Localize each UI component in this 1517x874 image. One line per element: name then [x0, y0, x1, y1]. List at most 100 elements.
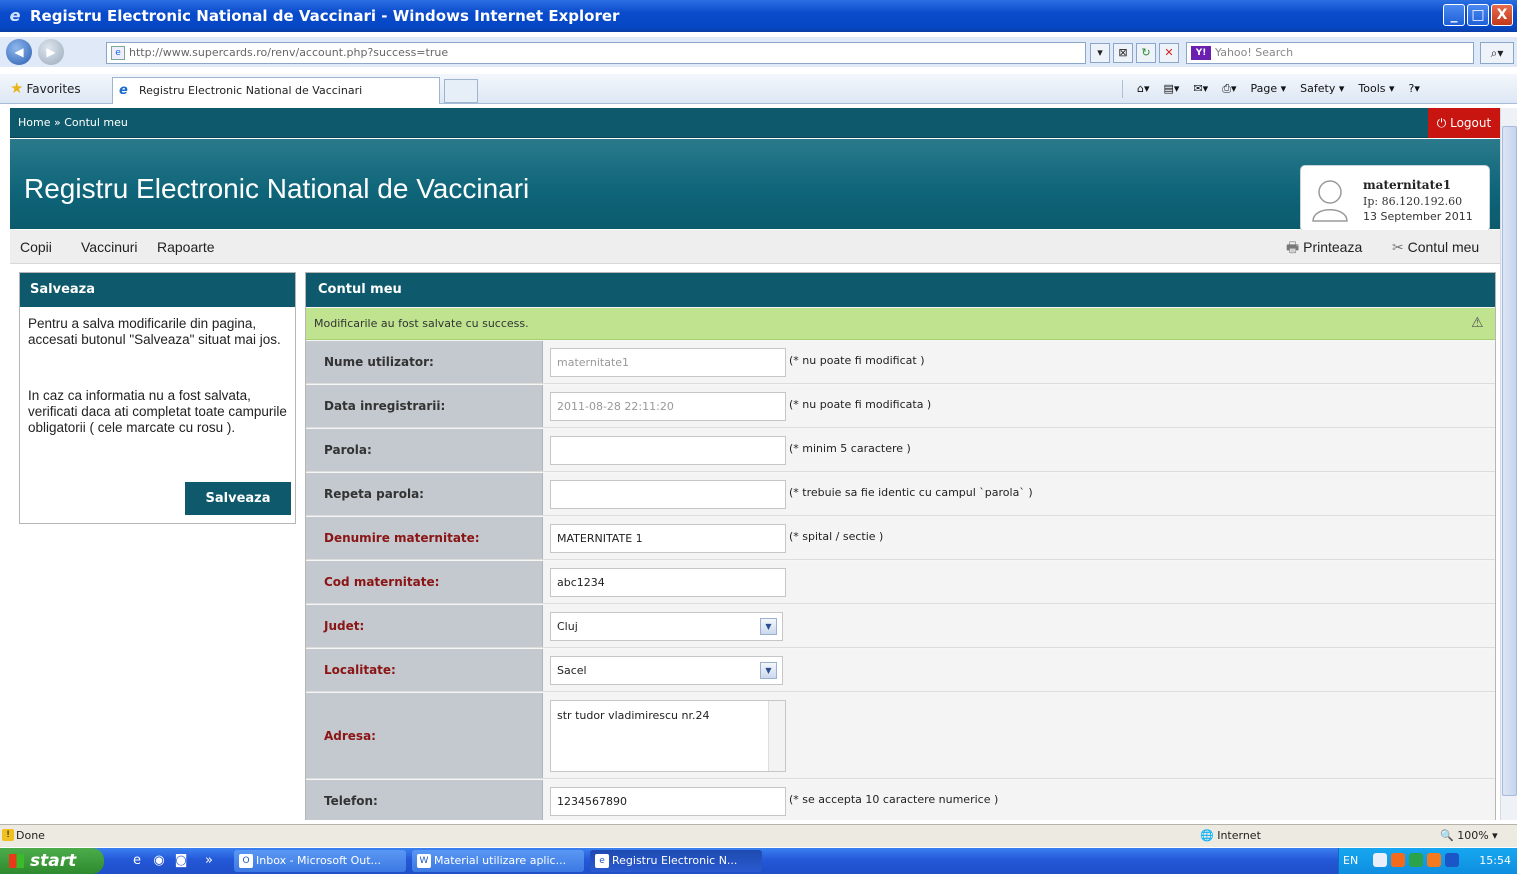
search-icon[interactable]: ⌕▾ [1480, 42, 1514, 64]
account-link[interactable]: ✂ Contul meu [1392, 230, 1479, 264]
chevron-down-icon[interactable]: ▼ [760, 618, 777, 635]
search-input[interactable]: Y! Yahoo! Search [1186, 42, 1474, 64]
favorites-bar: ★ Favorites e Registru Electronic Nationa… [0, 74, 1517, 104]
breadcrumb[interactable]: Home » Contul meu [18, 116, 128, 129]
app-tray-icon[interactable] [1391, 853, 1405, 867]
browser-tab[interactable]: e Registru Electronic National de Vaccin… [112, 77, 440, 104]
save-button[interactable]: Salveaza [185, 482, 291, 515]
window-controls: _ □ X [1443, 4, 1513, 26]
code-field[interactable]: abc1234 [550, 568, 786, 597]
print-label: Printeaza [1303, 239, 1363, 255]
username-hint: (* nu poate fi modificat ) [789, 354, 925, 367]
save-panel: Salveaza Pentru a salva modificarile din… [19, 272, 296, 524]
close-button[interactable]: X [1491, 4, 1513, 26]
page-scrollbar[interactable] [1500, 108, 1517, 820]
power-icon: ⏻ [1436, 116, 1447, 130]
logout-label: Logout [1450, 116, 1492, 130]
success-text: Modificarile au fost salvate cu success. [314, 317, 529, 330]
row-code: Cod maternitate: abc1234 [306, 561, 1495, 604]
password-label: Parola: [306, 429, 543, 471]
password-field[interactable] [550, 436, 786, 465]
scrollbar-thumb[interactable] [1502, 126, 1517, 796]
warning-icon[interactable]: ⚠ [1471, 315, 1487, 331]
row-username: Nume utilizator: maternitate1 (* nu poat… [306, 341, 1495, 384]
new-tab-button[interactable] [444, 79, 478, 103]
favorites-label: Favorites [26, 82, 81, 96]
password-repeat-field[interactable] [550, 480, 786, 509]
home-icon[interactable]: ⌂▾ [1137, 81, 1150, 97]
back-button[interactable]: ◀ [6, 39, 32, 65]
save-panel-title: Salveaza [20, 273, 295, 307]
top-strip: Home » Contul meu ⏻ Logout [10, 108, 1500, 138]
warning-icon: ! [2, 829, 14, 841]
row-address: Adresa: str tudor vladimirescu nr.24 [306, 693, 1495, 779]
start-button[interactable]: start [0, 848, 104, 874]
compatibility-icon[interactable]: ⊠ [1113, 43, 1133, 63]
taskbar-item-label: Material utilizare aplic... [434, 854, 567, 867]
chevron-down-icon[interactable]: ▼ [760, 662, 777, 679]
separator [1122, 80, 1123, 98]
update-tray-icon[interactable] [1427, 853, 1441, 867]
stop-icon[interactable]: ✕ [1159, 43, 1179, 63]
status-bar: ! Done 🌐 Internet 🔍 100% ▾ [0, 824, 1517, 847]
favorites-button[interactable]: ★ Favorites [10, 80, 81, 97]
regdate-hint: (* nu poate fi modificata ) [789, 398, 932, 411]
outlook-icon: O [239, 854, 253, 868]
zoom-control[interactable]: 🔍 100% ▾ [1440, 825, 1498, 847]
phone-field[interactable]: 1234567890 [550, 787, 786, 816]
county-label: Judet: [306, 605, 543, 647]
safety-menu[interactable]: Safety ▾ [1300, 81, 1344, 97]
tools-icon: ✂ [1392, 239, 1404, 255]
county-select[interactable]: Cluj ▼ [550, 612, 783, 641]
ie-quicklaunch-icon[interactable]: e [128, 852, 146, 870]
browser-quicklaunch-icon[interactable]: ◉ [150, 852, 168, 870]
more-icon[interactable]: » [200, 852, 218, 870]
refresh-icon[interactable]: ↻ [1136, 43, 1156, 63]
logout-button[interactable]: ⏻ Logout [1428, 108, 1500, 138]
maternity-field[interactable]: MATERNITATE 1 [550, 524, 786, 553]
minimize-button[interactable]: _ [1443, 4, 1465, 26]
zone-indicator: 🌐 Internet [1200, 825, 1261, 847]
windows-logo-icon [9, 854, 24, 868]
taskbar-item-outlook[interactable]: O Inbox - Microsoft Out... [234, 850, 406, 872]
account-label: Contul meu [1407, 239, 1480, 255]
help-icon[interactable]: ?▾ [1409, 81, 1420, 97]
zone-text: Internet [1217, 829, 1261, 842]
textarea-scrollbar[interactable] [768, 701, 785, 771]
yahoo-logo-icon: Y! [1191, 46, 1211, 60]
taskbar-item-ie[interactable]: e Registru Electronic N... [590, 850, 762, 872]
address-textarea[interactable]: str tudor vladimirescu nr.24 [550, 700, 786, 772]
tools-menu[interactable]: Tools ▾ [1358, 81, 1394, 97]
print-link[interactable]: 🖶 Printeaza [1286, 230, 1362, 264]
locality-label: Localitate: [306, 649, 543, 691]
row-password-repeat: Repeta parola: (* trebuie sa fie identic… [306, 473, 1495, 516]
success-message: Modificarile au fost salvate cu success.… [306, 308, 1495, 340]
menu-item-vaccinuri[interactable]: Vaccinuri [81, 230, 138, 264]
start-label: start [30, 851, 77, 871]
menu-item-copii[interactable]: Copii [20, 230, 52, 264]
feeds-icon[interactable]: ▤▾ [1164, 81, 1180, 97]
network-tray-icon[interactable] [1409, 853, 1423, 867]
system-tray: EN 15:54 [1338, 848, 1517, 874]
address-value: str tudor vladimirescu nr.24 [557, 709, 710, 722]
zoom-value: 100% [1457, 829, 1489, 842]
forward-button[interactable]: ▶ [38, 39, 64, 65]
user-name: maternitate1 [1363, 178, 1452, 192]
status-text: Done [16, 829, 45, 842]
search-placeholder: Yahoo! Search [1215, 46, 1294, 59]
locality-select[interactable]: Sacel ▼ [550, 656, 783, 685]
taskbar-item-word[interactable]: W Material utilizare aplic... [412, 850, 584, 872]
address-field[interactable]: e http://www.supercards.ro/renv/account.… [106, 42, 1086, 64]
play-tray-icon[interactable] [1445, 853, 1459, 867]
clock: 15:54 [1479, 854, 1511, 867]
maximize-button[interactable]: □ [1467, 4, 1489, 26]
back-tray-icon[interactable] [1373, 853, 1387, 867]
menu-item-rapoarte[interactable]: Rapoarte [157, 230, 215, 264]
page-menu[interactable]: Page ▾ [1251, 81, 1287, 97]
outlook-quicklaunch-icon[interactable]: ◙ [172, 852, 190, 870]
mail-icon[interactable]: ✉▾ [1193, 81, 1208, 97]
print-icon[interactable]: ⎙▾ [1222, 81, 1236, 97]
window-title: Registru Electronic National de Vaccinar… [30, 7, 620, 25]
dropdown-arrow-icon[interactable]: ▾ [1090, 43, 1110, 63]
language-indicator[interactable]: EN [1343, 848, 1358, 874]
